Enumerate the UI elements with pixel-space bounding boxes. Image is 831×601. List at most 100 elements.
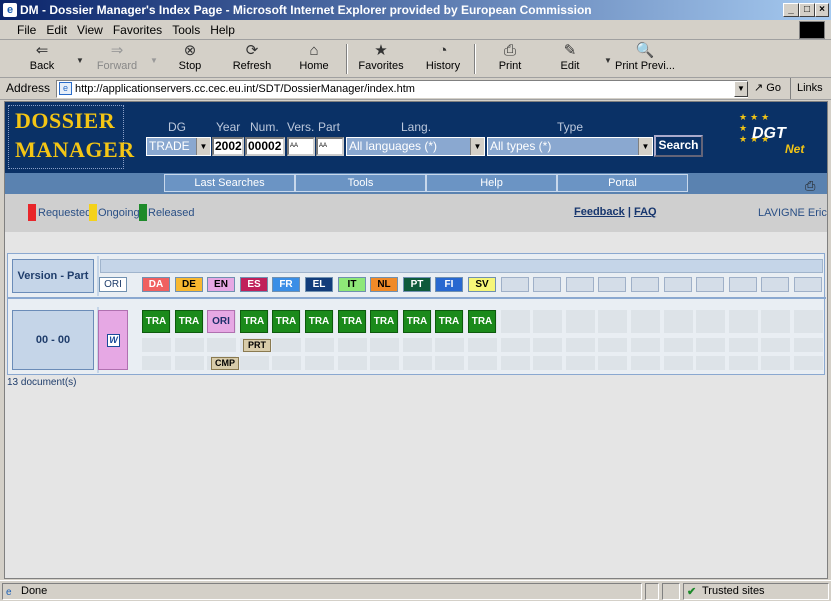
type-select[interactable]: All types (*) ▼ <box>487 137 653 156</box>
print-icon[interactable]: ⎙ <box>805 178 815 194</box>
lang-fi[interactable]: FI <box>435 277 463 292</box>
doc-sv[interactable]: TRA <box>468 310 496 333</box>
grid-cell <box>794 310 823 333</box>
year-input[interactable]: 2002 <box>212 137 244 156</box>
doc-it[interactable]: TRA <box>338 310 366 333</box>
close-button[interactable]: × <box>815 3 829 17</box>
back-arrow-icon: ⇐ <box>35 42 49 59</box>
menu-view[interactable]: View <box>72 20 108 40</box>
doc-pt[interactable]: TRA <box>403 310 431 333</box>
lang-es[interactable]: ES <box>240 277 268 292</box>
grid-cell <box>338 338 367 352</box>
version-part-row-label[interactable]: 00 - 00 <box>12 310 94 370</box>
menu-help[interactable]: Help <box>205 20 240 40</box>
doc-en[interactable]: ORI <box>207 310 235 333</box>
refresh-button[interactable]: ⟳ Refresh <box>226 42 278 76</box>
grid-cell <box>207 338 236 352</box>
dossier-manager-logo[interactable]: DOSSIER MANAGER <box>8 105 134 169</box>
favorites-icon: ★ <box>374 42 388 59</box>
nav-tools[interactable]: Tools <box>295 174 426 192</box>
word-document-icon[interactable]: W <box>107 334 120 347</box>
num-label: Num. <box>250 120 279 134</box>
lang-fr[interactable]: FR <box>272 277 300 292</box>
menu-tools[interactable]: Tools <box>167 20 205 40</box>
lang-da[interactable]: DA <box>142 277 170 292</box>
print-preview-button[interactable]: 🔍 Print Previ... <box>614 42 676 76</box>
part-input[interactable]: AA <box>316 137 344 156</box>
lang-en[interactable]: EN <box>207 277 235 292</box>
doc-fr[interactable]: TRA <box>272 310 300 333</box>
forward-button[interactable]: ⇒ Forward <box>92 42 142 76</box>
history-button[interactable]: ◔ History <box>420 42 466 76</box>
doc-el[interactable]: TRA <box>305 310 333 333</box>
feedback-faq-links: Feedback | FAQ <box>574 206 657 218</box>
dg-select[interactable]: TRADE ▼ <box>146 137 211 156</box>
favorites-button[interactable]: ★ Favorites <box>354 42 408 76</box>
doc-es[interactable]: TRA <box>240 310 268 333</box>
nav-help[interactable]: Help <box>426 174 557 192</box>
doc-fi[interactable]: TRA <box>435 310 463 333</box>
grid-cell <box>598 310 627 333</box>
search-button[interactable]: Search <box>654 135 703 157</box>
back-dropdown-icon[interactable]: ▼ <box>76 56 84 65</box>
prt-tag[interactable]: PRT <box>243 339 271 352</box>
chevron-down-icon: ▼ <box>638 138 652 155</box>
lang-empty-slot <box>696 277 724 292</box>
windows-logo-icon <box>799 21 825 39</box>
grid-cell <box>631 310 660 333</box>
edit-dropdown-icon[interactable]: ▼ <box>604 56 612 65</box>
nav-portal[interactable]: Portal <box>557 174 688 192</box>
security-zone: Trusted sites <box>702 585 765 597</box>
edit-button[interactable]: ✎ Edit <box>550 42 590 76</box>
lang-empty-slot <box>729 277 757 292</box>
version-part-header: Version - Part <box>12 259 94 293</box>
forward-dropdown-icon[interactable]: ▼ <box>150 56 158 65</box>
grid-cell <box>566 310 595 333</box>
go-arrow-icon: ↗ <box>754 82 764 94</box>
doc-nl[interactable]: TRA <box>370 310 398 333</box>
lang-el[interactable]: EL <box>305 277 333 292</box>
num-input[interactable]: 00002 <box>245 137 285 156</box>
lang-it[interactable]: IT <box>338 277 366 292</box>
grid-cell <box>501 338 530 352</box>
page-viewport: DOSSIER MANAGER DG TRADE ▼ Year 2002 Num.… <box>4 101 828 579</box>
minimize-button[interactable]: _ <box>783 3 799 17</box>
menu-edit[interactable]: Edit <box>41 20 72 40</box>
stop-button[interactable]: ⊗ Stop <box>170 42 210 76</box>
lang-empty-slot <box>631 277 659 292</box>
lang-pt[interactable]: PT <box>403 277 431 292</box>
lang-nl[interactable]: NL <box>370 277 398 292</box>
nav-last-searches[interactable]: Last Searches <box>164 174 295 192</box>
cmp-tag[interactable]: CMP <box>211 357 239 370</box>
address-label: Address <box>6 81 51 95</box>
grid-cell <box>533 338 562 352</box>
maximize-button[interactable]: □ <box>799 3 815 17</box>
faq-link[interactable]: FAQ <box>634 206 657 218</box>
dgt-net-logo[interactable]: ★★★ ★ ★★★ DGT Net <box>739 112 819 162</box>
original-document-cell[interactable]: W <box>98 310 128 370</box>
back-button[interactable]: ⇐ Back <box>18 42 66 76</box>
status-pane <box>645 583 659 600</box>
address-input[interactable]: e http://applicationservers.cc.cec.eu.in… <box>56 80 748 98</box>
grid-cell <box>664 310 693 333</box>
print-button[interactable]: ⎙ Print <box>490 42 530 76</box>
links-button[interactable]: Links <box>790 78 823 99</box>
home-button[interactable]: ⌂ Home <box>292 42 336 76</box>
lang-select[interactable]: All languages (*) ▼ <box>346 137 485 156</box>
vers-input[interactable]: AA <box>287 137 315 156</box>
address-dropdown-icon[interactable]: ▼ <box>734 81 748 97</box>
feedback-link[interactable]: Feedback <box>574 206 625 218</box>
lang-de[interactable]: DE <box>175 277 203 292</box>
grid-cell <box>468 356 497 370</box>
menu-file[interactable]: File <box>12 20 41 40</box>
menu-favorites[interactable]: Favorites <box>108 20 167 40</box>
doc-da[interactable]: TRA <box>142 310 170 333</box>
go-button[interactable]: ↗ Go <box>754 81 781 94</box>
grid-cell <box>305 356 334 370</box>
ie-logo-icon: e <box>3 3 17 17</box>
lang-sv[interactable]: SV <box>468 277 496 292</box>
lang-empty-slot <box>598 277 626 292</box>
doc-de[interactable]: TRA <box>175 310 203 333</box>
grid-cell <box>598 356 627 370</box>
dg-label: DG <box>168 120 186 134</box>
